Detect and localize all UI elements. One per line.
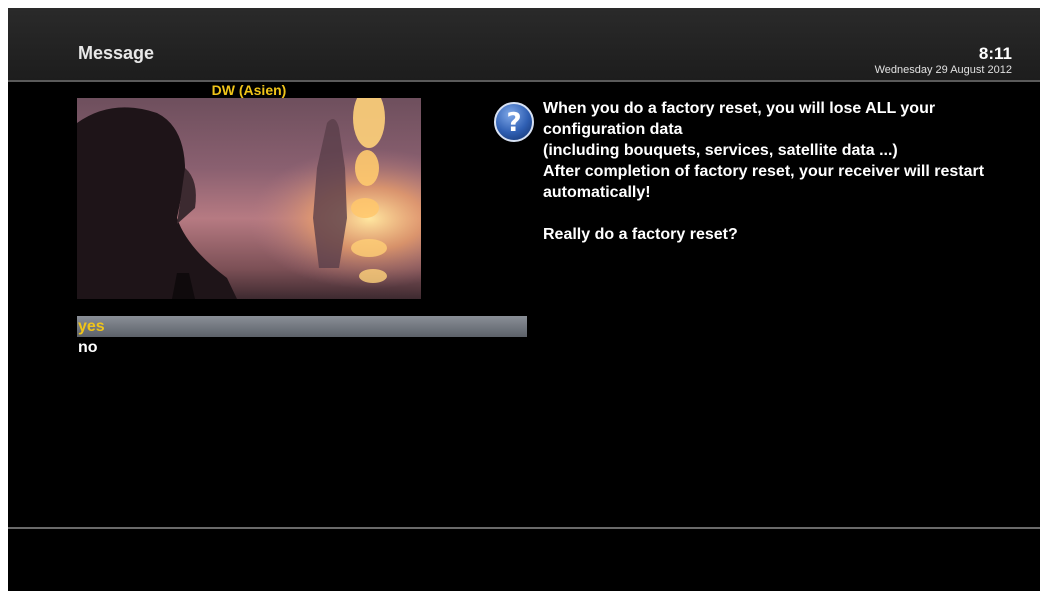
choice-no[interactable]: no	[77, 337, 527, 358]
channel-name: DW (Asien)	[211, 82, 287, 98]
header-bar: Message 8:11 Wednesday 29 August 2012	[8, 8, 1040, 80]
page-title: Message	[78, 43, 155, 63]
svg-text:?: ?	[506, 108, 521, 138]
choice-list: yes no	[77, 316, 527, 358]
message-screen: Message 8:11 Wednesday 29 August 2012 DW…	[8, 8, 1040, 591]
date: Wednesday 29 August 2012	[874, 64, 1012, 76]
question-icon: ?	[494, 102, 534, 142]
footer-bar	[8, 529, 1040, 591]
tv-preview-image	[77, 98, 421, 299]
choice-yes[interactable]: yes	[77, 316, 527, 337]
message-text: When you do a factory reset, you will lo…	[543, 100, 985, 243]
tv-preview	[77, 98, 421, 299]
clock: 8:11	[978, 44, 1012, 63]
